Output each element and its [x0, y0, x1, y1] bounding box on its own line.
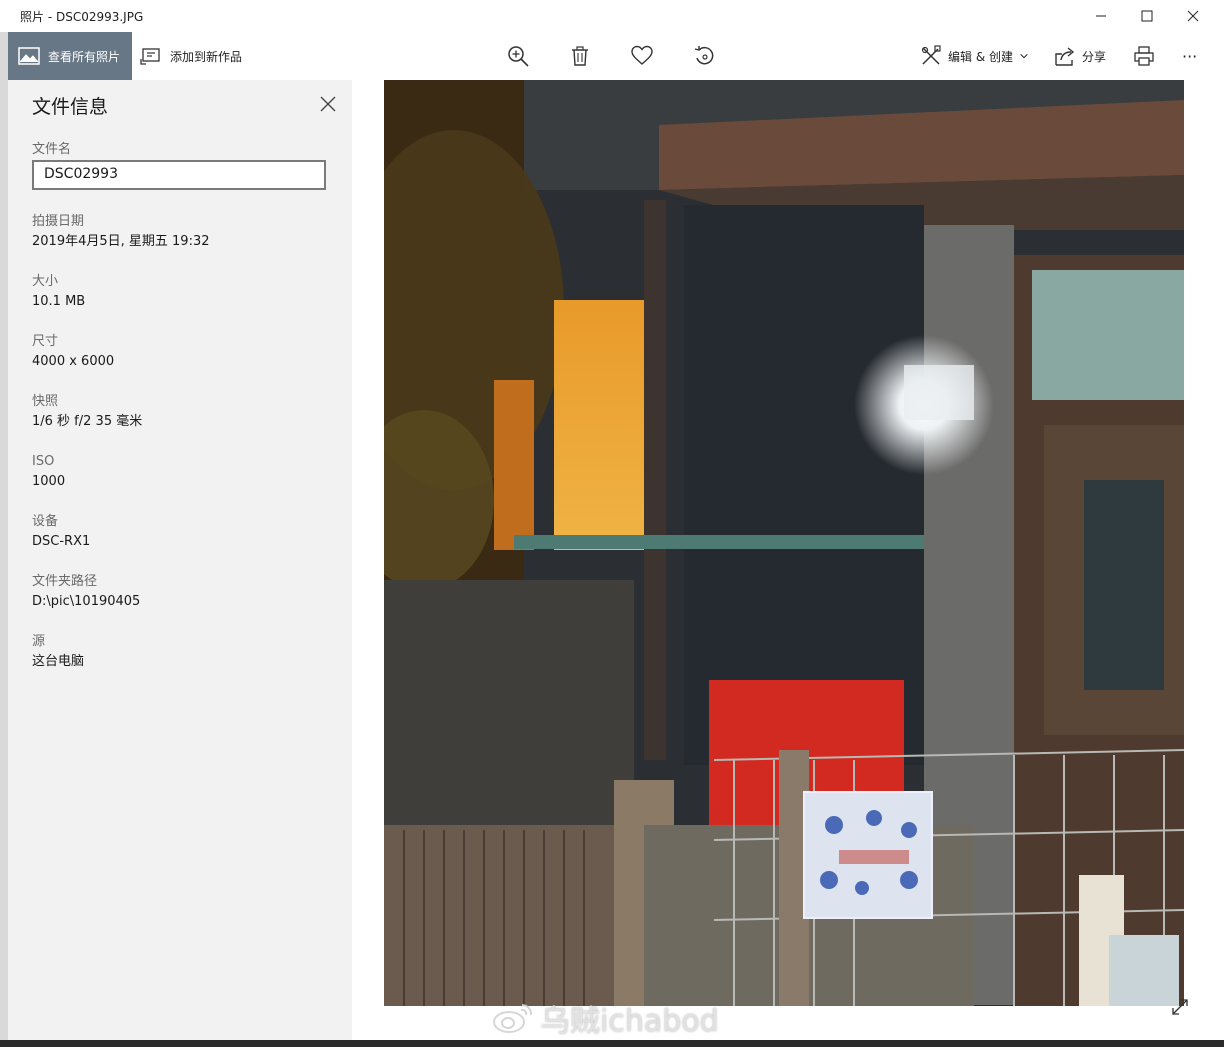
picture-icon — [18, 47, 40, 65]
info-field: 尺寸 4000 x 6000 — [32, 334, 332, 372]
edit-create-label: 编辑 & 创建 — [948, 49, 1013, 64]
watermark: 乌贼ichabod — [492, 1000, 719, 1039]
rotate-icon — [694, 46, 714, 65]
info-label: 源 — [32, 634, 46, 649]
info-field: 拍摄日期 2019年4月5日, 星期五 19:32 — [32, 214, 332, 252]
chevron-down-icon — [1020, 53, 1028, 59]
close-panel-icon[interactable] — [318, 94, 338, 114]
rotate-button[interactable] — [690, 42, 718, 70]
toolbar: 查看所有照片 添加到新作品 编辑 & 创建 分享 ··· — [8, 32, 1224, 80]
share-button[interactable]: 分享 — [1054, 32, 1106, 80]
info-label: 大小 — [32, 274, 59, 289]
window-title: 照片 - DSC02993.JPG — [20, 10, 144, 24]
info-field: 源 这台电脑 — [32, 634, 332, 672]
info-field: 大小 10.1 MB — [32, 274, 332, 312]
add-to-creation-label: 添加到新作品 — [170, 49, 243, 64]
edit-create-icon — [921, 45, 941, 65]
edit-create-button[interactable]: 编辑 & 创建 — [920, 32, 1029, 80]
info-label: 设备 — [32, 514, 59, 529]
maximize-button[interactable] — [1124, 0, 1170, 32]
fullscreen-icon[interactable] — [1170, 997, 1190, 1017]
info-value: 4000 x 6000 — [32, 354, 115, 369]
close-button[interactable] — [1170, 0, 1216, 32]
maximize-icon — [1141, 10, 1153, 22]
info-value: 这台电脑 — [32, 654, 85, 669]
add-to-creation-icon — [140, 48, 160, 65]
info-field: 快照 1/6 秒 f/2 35 毫米 — [32, 394, 332, 432]
photo-image — [384, 80, 1184, 1006]
minimize-icon — [1096, 15, 1106, 17]
left-edge — [0, 32, 8, 1040]
close-icon — [1187, 10, 1199, 22]
photo-viewer[interactable] — [384, 80, 1184, 1006]
info-field: ISO 1000 — [32, 454, 332, 492]
filename-field: 文件名 — [32, 142, 332, 158]
info-label: 尺寸 — [32, 334, 59, 349]
share-label: 分享 — [1082, 49, 1107, 64]
zoom-button[interactable] — [504, 42, 532, 70]
info-value: DSC-RX1 — [32, 534, 91, 549]
panel-title: 文件信息 — [32, 96, 109, 118]
info-label: 拍摄日期 — [32, 214, 85, 229]
info-field: 设备 DSC-RX1 — [32, 514, 332, 552]
minimize-button[interactable] — [1078, 0, 1124, 32]
share-icon — [1055, 47, 1075, 66]
info-value: 10.1 MB — [32, 294, 86, 309]
title-bar: 照片 - DSC02993.JPG — [8, 0, 1224, 32]
more-icon: ··· — [1182, 46, 1198, 66]
view-all-label: 查看所有照片 — [48, 49, 121, 64]
more-button[interactable]: ··· — [1182, 32, 1197, 80]
info-value: 1/6 秒 f/2 35 毫米 — [32, 414, 143, 429]
add-to-creation-button[interactable]: 添加到新作品 — [140, 32, 242, 80]
info-value: 2019年4月5日, 星期五 19:32 — [32, 234, 210, 249]
filename-input[interactable]: DSC02993 — [32, 160, 326, 190]
photos-app-window: 照片 - DSC02993.JPG 查看所有照片 添加到新作品 编辑 & 创建 … — [0, 0, 1224, 1047]
info-field: 文件夹路径 D:\pic\10190405 — [32, 574, 332, 612]
taskbar-edge — [0, 1040, 1224, 1047]
view-all-photos-button[interactable]: 查看所有照片 — [8, 32, 132, 80]
heart-icon — [631, 45, 653, 65]
watermark-text: 乌贼ichabod — [540, 1004, 719, 1039]
info-label: ISO — [32, 454, 55, 469]
delete-button[interactable] — [566, 42, 594, 70]
trash-icon — [572, 46, 588, 66]
info-value: D:\pic\10190405 — [32, 594, 141, 609]
info-label: 快照 — [32, 394, 59, 409]
file-info-panel: 文件信息 文件名 DSC02993 拍摄日期 2019年4月5日, 星期五 19… — [8, 80, 352, 1040]
print-icon — [1134, 46, 1154, 66]
weibo-logo-icon — [493, 1003, 533, 1033]
print-button[interactable] — [1130, 42, 1158, 70]
favorite-button[interactable] — [628, 42, 656, 70]
filename-label: 文件名 — [32, 142, 72, 157]
zoom-in-icon — [508, 46, 529, 67]
info-value: 1000 — [32, 474, 66, 489]
info-label: 文件夹路径 — [32, 574, 98, 589]
